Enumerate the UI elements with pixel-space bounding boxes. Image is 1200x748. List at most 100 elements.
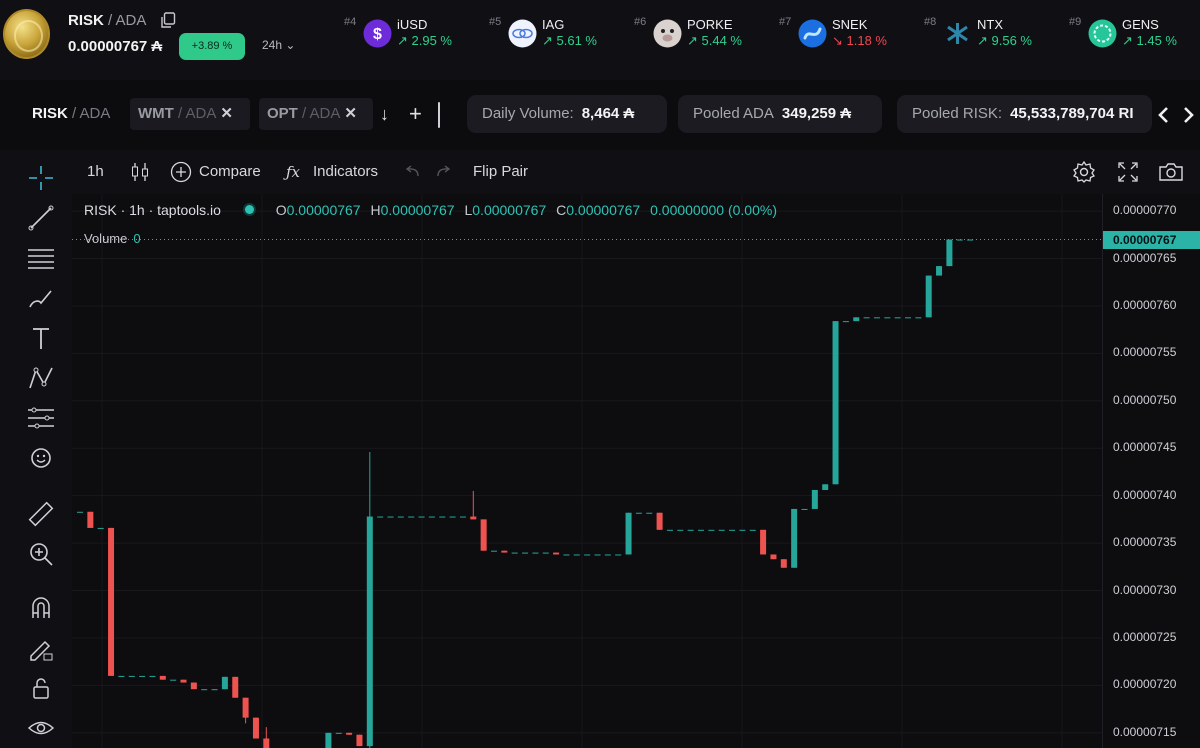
visibility-dot-icon[interactable] [244,205,254,214]
candle[interactable] [335,732,342,734]
candle[interactable] [190,682,197,690]
candle[interactable] [905,317,911,319]
eye-icon[interactable] [25,712,57,744]
candle[interactable] [232,676,239,698]
close-tab-icon[interactable]: ✕ [344,105,357,122]
candle[interactable] [201,689,208,691]
candle[interactable] [749,529,756,531]
candlestick-chart[interactable] [72,194,1102,748]
candle[interactable] [718,529,725,531]
interval-button[interactable]: 1h [87,160,104,184]
compare-button[interactable]: Compare [199,160,261,184]
magnet-icon[interactable] [25,592,57,624]
candle[interactable] [397,516,404,518]
candle[interactable] [263,727,270,748]
candle[interactable] [594,554,601,556]
tab-opt-ada[interactable]: OPT / ADA ✕ [259,98,373,130]
add-tab-button[interactable]: + [409,98,422,130]
candle[interactable] [439,516,446,518]
gear-icon[interactable] [1072,160,1096,184]
candle[interactable] [139,675,146,677]
candle[interactable] [666,529,673,531]
camera-icon[interactable] [1158,160,1184,184]
candle[interactable] [170,679,177,681]
prediction-icon[interactable] [25,402,57,434]
candle[interactable] [967,239,974,241]
candle[interactable] [511,552,518,554]
candle[interactable] [180,679,187,683]
candle[interactable] [739,529,746,531]
candle[interactable] [491,550,497,552]
candle[interactable] [252,717,259,739]
candle[interactable] [604,554,611,556]
candle[interactable] [480,519,487,551]
candle[interactable] [428,516,435,518]
fib-lines-icon[interactable] [25,242,57,274]
fx-icon[interactable]: ƒx [286,160,300,184]
candle[interactable] [873,317,880,319]
candle[interactable] [946,239,953,267]
tab-risk-ada[interactable]: RISK / ADA [32,98,110,130]
candle[interactable] [377,516,384,518]
candle[interactable] [853,317,860,322]
candle[interactable] [459,516,466,518]
indicators-button[interactable]: Indicators [313,160,378,184]
candle[interactable] [780,559,787,568]
candle[interactable] [242,697,249,724]
candle[interactable] [366,452,373,748]
text-tool-icon[interactable] [25,322,57,354]
candle[interactable] [801,508,808,510]
candle[interactable] [325,732,332,748]
crosshair-icon[interactable] [25,162,57,194]
close-tab-icon[interactable]: ✕ [220,105,233,122]
candle[interactable] [677,529,684,531]
candle[interactable] [387,516,394,518]
candle[interactable] [884,317,891,319]
arrow-down-icon[interactable]: ↓ [380,98,389,130]
timeframe-select[interactable]: 24h ⌄ [262,38,295,52]
candle[interactable] [936,266,943,276]
lock-icon[interactable] [25,672,57,704]
candle[interactable] [729,529,736,531]
price-axis[interactable]: 0.00000770 0.00000765 0.00000760 0.00000755… [1102,194,1200,748]
candle[interactable] [346,732,353,735]
candle[interactable] [822,484,829,490]
candle[interactable] [770,554,777,560]
candle[interactable] [563,554,570,556]
candle[interactable] [635,512,642,514]
chevron-left-icon[interactable] [1156,105,1172,125]
candle[interactable] [108,527,115,676]
zoom-in-icon[interactable] [25,538,57,570]
candle[interactable] [863,317,870,319]
candle[interactable] [542,552,549,554]
trend-line-icon[interactable] [25,202,57,234]
candle-type-icon[interactable] [130,160,150,184]
candle[interactable] [925,275,932,318]
candle[interactable] [522,552,529,554]
candle[interactable] [532,552,539,554]
brush-icon[interactable] [25,282,57,314]
candle[interactable] [87,511,94,528]
copy-icon[interactable] [160,12,176,29]
candle[interactable] [159,675,166,680]
candle[interactable] [449,516,456,518]
candle[interactable] [915,317,922,319]
candle[interactable] [791,508,798,568]
candle[interactable] [760,529,767,555]
candle[interactable] [811,489,818,509]
candle[interactable] [615,554,622,556]
undo-icon[interactable] [404,160,420,184]
candle[interactable] [625,512,632,555]
candle[interactable] [584,554,591,556]
candle[interactable] [128,675,135,677]
candle[interactable] [77,511,83,513]
lock-drawings-icon[interactable] [25,632,57,664]
redo-icon[interactable] [436,160,452,184]
candle[interactable] [698,529,704,531]
candle[interactable] [894,317,901,319]
emoji-icon[interactable] [25,442,57,474]
candle[interactable] [356,734,363,747]
candle[interactable] [221,676,228,690]
candle[interactable] [118,675,125,677]
chevron-right-icon[interactable] [1180,105,1196,125]
